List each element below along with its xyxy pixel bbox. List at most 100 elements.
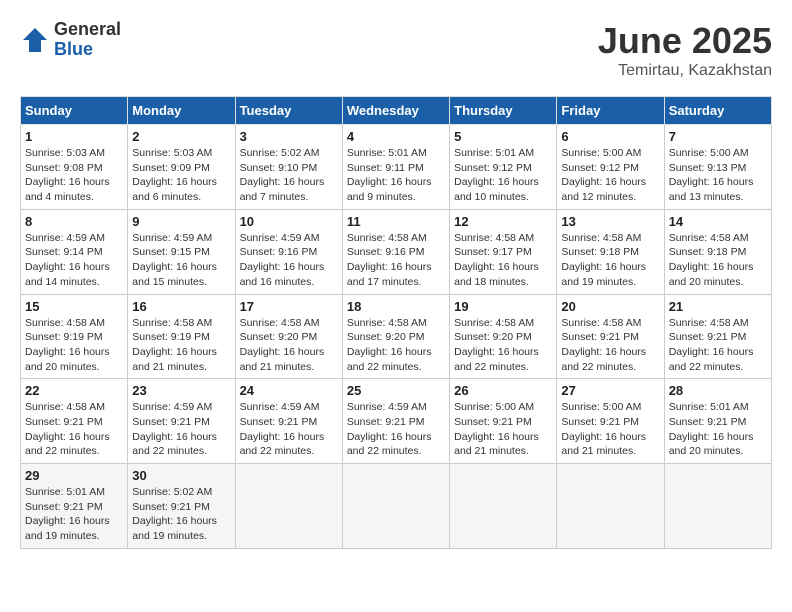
calendar-week-row: 22 Sunrise: 4:58 AM Sunset: 9:21 PM Dayl… <box>21 379 772 464</box>
logo-icon <box>20 25 50 55</box>
day-number: 1 <box>25 129 123 144</box>
table-row: 24 Sunrise: 4:59 AM Sunset: 9:21 PM Dayl… <box>235 379 342 464</box>
empty-cell <box>664 464 771 549</box>
header-monday: Monday <box>128 97 235 125</box>
day-info: Sunrise: 4:59 AM Sunset: 9:16 PM Dayligh… <box>240 231 338 290</box>
day-info: Sunrise: 5:00 AM Sunset: 9:21 PM Dayligh… <box>561 400 659 459</box>
logo-blue: Blue <box>54 40 121 60</box>
day-number: 27 <box>561 383 659 398</box>
day-number: 24 <box>240 383 338 398</box>
empty-cell <box>235 464 342 549</box>
day-number: 2 <box>132 129 230 144</box>
table-row: 22 Sunrise: 4:58 AM Sunset: 9:21 PM Dayl… <box>21 379 128 464</box>
day-info: Sunrise: 5:01 AM Sunset: 9:11 PM Dayligh… <box>347 146 445 205</box>
table-row: 5 Sunrise: 5:01 AM Sunset: 9:12 PM Dayli… <box>450 125 557 210</box>
table-row: 21 Sunrise: 4:58 AM Sunset: 9:21 PM Dayl… <box>664 294 771 379</box>
day-number: 23 <box>132 383 230 398</box>
day-number: 8 <box>25 214 123 229</box>
day-number: 16 <box>132 299 230 314</box>
table-row: 4 Sunrise: 5:01 AM Sunset: 9:11 PM Dayli… <box>342 125 449 210</box>
day-info: Sunrise: 5:03 AM Sunset: 9:08 PM Dayligh… <box>25 146 123 205</box>
table-row: 11 Sunrise: 4:58 AM Sunset: 9:16 PM Dayl… <box>342 209 449 294</box>
table-row: 12 Sunrise: 4:58 AM Sunset: 9:17 PM Dayl… <box>450 209 557 294</box>
day-number: 30 <box>132 468 230 483</box>
table-row: 27 Sunrise: 5:00 AM Sunset: 9:21 PM Dayl… <box>557 379 664 464</box>
day-info: Sunrise: 4:58 AM Sunset: 9:18 PM Dayligh… <box>669 231 767 290</box>
calendar-week-row: 15 Sunrise: 4:58 AM Sunset: 9:19 PM Dayl… <box>21 294 772 379</box>
calendar-table: Sunday Monday Tuesday Wednesday Thursday… <box>20 96 772 549</box>
day-number: 10 <box>240 214 338 229</box>
table-row: 1 Sunrise: 5:03 AM Sunset: 9:08 PM Dayli… <box>21 125 128 210</box>
table-row: 23 Sunrise: 4:59 AM Sunset: 9:21 PM Dayl… <box>128 379 235 464</box>
day-number: 6 <box>561 129 659 144</box>
day-number: 19 <box>454 299 552 314</box>
table-row: 25 Sunrise: 4:59 AM Sunset: 9:21 PM Dayl… <box>342 379 449 464</box>
table-row: 30 Sunrise: 5:02 AM Sunset: 9:21 PM Dayl… <box>128 464 235 549</box>
table-row: 14 Sunrise: 4:58 AM Sunset: 9:18 PM Dayl… <box>664 209 771 294</box>
day-info: Sunrise: 4:59 AM Sunset: 9:21 PM Dayligh… <box>347 400 445 459</box>
table-row: 26 Sunrise: 5:00 AM Sunset: 9:21 PM Dayl… <box>450 379 557 464</box>
day-info: Sunrise: 5:01 AM Sunset: 9:12 PM Dayligh… <box>454 146 552 205</box>
table-row: 9 Sunrise: 4:59 AM Sunset: 9:15 PM Dayli… <box>128 209 235 294</box>
day-info: Sunrise: 5:01 AM Sunset: 9:21 PM Dayligh… <box>25 485 123 544</box>
table-row: 8 Sunrise: 4:59 AM Sunset: 9:14 PM Dayli… <box>21 209 128 294</box>
day-number: 5 <box>454 129 552 144</box>
day-number: 14 <box>669 214 767 229</box>
day-number: 9 <box>132 214 230 229</box>
location: Temirtau, Kazakhstan <box>598 62 772 80</box>
day-number: 3 <box>240 129 338 144</box>
table-row: 16 Sunrise: 4:58 AM Sunset: 9:19 PM Dayl… <box>128 294 235 379</box>
day-info: Sunrise: 4:58 AM Sunset: 9:19 PM Dayligh… <box>25 316 123 375</box>
day-number: 11 <box>347 214 445 229</box>
day-info: Sunrise: 5:02 AM Sunset: 9:21 PM Dayligh… <box>132 485 230 544</box>
table-row: 15 Sunrise: 4:58 AM Sunset: 9:19 PM Dayl… <box>21 294 128 379</box>
month-title: June 2025 <box>598 20 772 62</box>
header-wednesday: Wednesday <box>342 97 449 125</box>
calendar-week-row: 1 Sunrise: 5:03 AM Sunset: 9:08 PM Dayli… <box>21 125 772 210</box>
day-info: Sunrise: 4:58 AM Sunset: 9:18 PM Dayligh… <box>561 231 659 290</box>
day-info: Sunrise: 5:00 AM Sunset: 9:21 PM Dayligh… <box>454 400 552 459</box>
day-number: 15 <box>25 299 123 314</box>
day-info: Sunrise: 4:58 AM Sunset: 9:21 PM Dayligh… <box>25 400 123 459</box>
day-info: Sunrise: 4:58 AM Sunset: 9:20 PM Dayligh… <box>347 316 445 375</box>
day-info: Sunrise: 4:58 AM Sunset: 9:19 PM Dayligh… <box>132 316 230 375</box>
day-info: Sunrise: 5:01 AM Sunset: 9:21 PM Dayligh… <box>669 400 767 459</box>
day-number: 12 <box>454 214 552 229</box>
day-number: 7 <box>669 129 767 144</box>
logo: General Blue <box>20 20 121 60</box>
day-number: 26 <box>454 383 552 398</box>
table-row: 28 Sunrise: 5:01 AM Sunset: 9:21 PM Dayl… <box>664 379 771 464</box>
day-info: Sunrise: 4:59 AM Sunset: 9:21 PM Dayligh… <box>132 400 230 459</box>
calendar-week-row: 8 Sunrise: 4:59 AM Sunset: 9:14 PM Dayli… <box>21 209 772 294</box>
day-info: Sunrise: 4:58 AM Sunset: 9:16 PM Dayligh… <box>347 231 445 290</box>
title-block: June 2025 Temirtau, Kazakhstan <box>598 20 772 80</box>
table-row: 6 Sunrise: 5:00 AM Sunset: 9:12 PM Dayli… <box>557 125 664 210</box>
day-number: 25 <box>347 383 445 398</box>
weekday-header-row: Sunday Monday Tuesday Wednesday Thursday… <box>21 97 772 125</box>
day-number: 20 <box>561 299 659 314</box>
day-info: Sunrise: 4:58 AM Sunset: 9:17 PM Dayligh… <box>454 231 552 290</box>
day-number: 4 <box>347 129 445 144</box>
table-row: 19 Sunrise: 4:58 AM Sunset: 9:20 PM Dayl… <box>450 294 557 379</box>
logo-general: General <box>54 20 121 40</box>
header-tuesday: Tuesday <box>235 97 342 125</box>
day-number: 29 <box>25 468 123 483</box>
day-number: 28 <box>669 383 767 398</box>
day-number: 21 <box>669 299 767 314</box>
day-info: Sunrise: 4:58 AM Sunset: 9:20 PM Dayligh… <box>454 316 552 375</box>
day-info: Sunrise: 5:00 AM Sunset: 9:13 PM Dayligh… <box>669 146 767 205</box>
table-row: 20 Sunrise: 4:58 AM Sunset: 9:21 PM Dayl… <box>557 294 664 379</box>
calendar-week-row: 29 Sunrise: 5:01 AM Sunset: 9:21 PM Dayl… <box>21 464 772 549</box>
day-info: Sunrise: 4:58 AM Sunset: 9:21 PM Dayligh… <box>561 316 659 375</box>
day-info: Sunrise: 4:59 AM Sunset: 9:14 PM Dayligh… <box>25 231 123 290</box>
table-row: 2 Sunrise: 5:03 AM Sunset: 9:09 PM Dayli… <box>128 125 235 210</box>
empty-cell <box>557 464 664 549</box>
table-row: 17 Sunrise: 4:58 AM Sunset: 9:20 PM Dayl… <box>235 294 342 379</box>
empty-cell <box>450 464 557 549</box>
logo-text: General Blue <box>54 20 121 60</box>
day-info: Sunrise: 4:59 AM Sunset: 9:15 PM Dayligh… <box>132 231 230 290</box>
day-info: Sunrise: 4:59 AM Sunset: 9:21 PM Dayligh… <box>240 400 338 459</box>
header-thursday: Thursday <box>450 97 557 125</box>
page-header: General Blue June 2025 Temirtau, Kazakhs… <box>20 20 772 80</box>
day-number: 13 <box>561 214 659 229</box>
